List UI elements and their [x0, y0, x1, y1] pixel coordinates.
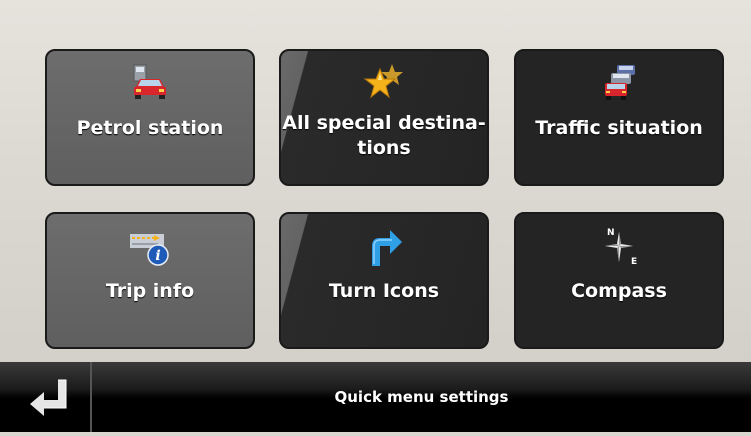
back-button[interactable]	[0, 362, 92, 432]
all-special-destinations-label: All special destina- tions	[282, 112, 486, 159]
page-title: Quick menu settings	[334, 388, 509, 406]
bottom-bar: Quick menu settings	[0, 362, 751, 432]
traffic-situation-button[interactable]: Traffic situation	[514, 49, 724, 186]
traffic-icon	[605, 65, 635, 100]
turn-icons-label: Turn Icons	[328, 280, 440, 302]
compass-east-letter: E	[631, 257, 637, 267]
all-special-destinations-button[interactable]: All special destina- tions	[279, 49, 489, 186]
turn-arrow-icon	[372, 230, 402, 266]
turn-icons-button[interactable]: Turn Icons	[279, 212, 489, 349]
back-arrow-icon	[30, 379, 67, 416]
petrol-station-label: Petrol station	[76, 117, 224, 139]
svg-text:i: i	[155, 248, 160, 264]
traffic-situation-label: Traffic situation	[535, 117, 703, 139]
compass-icon: N E	[605, 228, 637, 267]
compass-label: Compass	[571, 280, 667, 302]
trip-info-label: Trip info	[105, 280, 195, 302]
trip-info-icon: i	[130, 234, 169, 266]
stars-icon	[363, 64, 403, 99]
compass-button[interactable]: N E Compass	[514, 212, 724, 349]
petrol-station-button[interactable]: Petrol station	[45, 49, 255, 186]
petrol-station-icon	[133, 64, 166, 99]
trip-info-button[interactable]: i Trip info	[45, 212, 255, 349]
compass-north-letter: N	[607, 228, 615, 238]
